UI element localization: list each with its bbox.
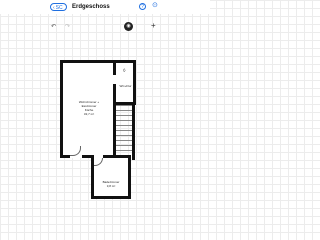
sink-icon: ◊ [123, 68, 126, 74]
stairs-wall [132, 103, 135, 160]
top-bar: ‹SC Erdgeschoss ? ⊙ [0, 0, 210, 14]
redo-icon[interactable]: ↷ [65, 23, 70, 30]
undo-icon[interactable]: ↶ [51, 23, 56, 30]
help-icon[interactable]: ? [139, 3, 146, 10]
back-button[interactable]: ‹SC [50, 3, 67, 11]
room-hallway-label: WC+Flur [119, 84, 132, 88]
door-hallway-left [112, 75, 117, 84]
back-label: SC [55, 5, 63, 11]
add-icon[interactable]: + [151, 21, 156, 30]
chevron-left-icon: ‹ [53, 5, 55, 11]
room-kitchen[interactable]: Wohnzimmer + Esszimmer Küche 32,7 m² [60, 60, 116, 158]
page-title: Erdgeschoss [72, 4, 110, 10]
room-bathroom-label: Badezimmer 3,8 m² [96, 180, 126, 188]
more-icon[interactable]: ⊙ [152, 2, 158, 10]
view-mode-icon[interactable]: ◉ [124, 22, 133, 31]
room-kitchen-area: 32,7 m² [83, 112, 95, 116]
room-kitchen-label: Wohnzimmer + Esszimmer Küche 32,7 m² [73, 100, 105, 116]
room-bathroom-area: 3,8 m² [106, 184, 116, 188]
